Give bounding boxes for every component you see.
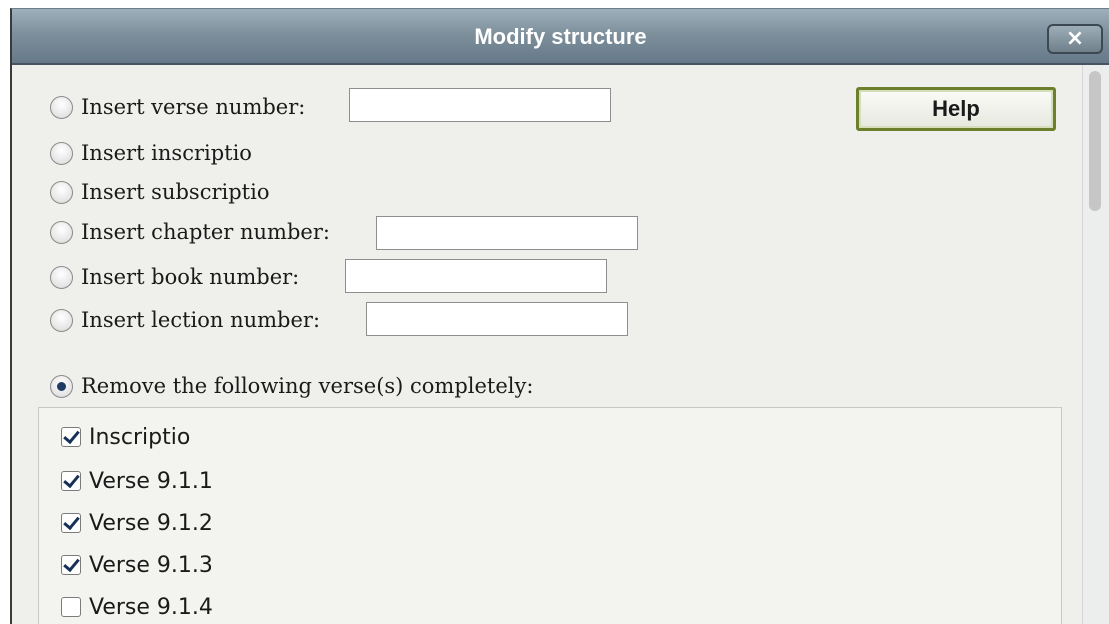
verse-item-9-1-2[interactable]: Verse 9.1.2 (61, 504, 213, 542)
option-remove-verses[interactable]: Remove the following verse(s) completely… (50, 369, 533, 403)
scrollbar-thumb[interactable] (1089, 71, 1101, 211)
verse-item-9-1-1[interactable]: Verse 9.1.1 (61, 462, 213, 500)
verse-list-panel: Inscriptio Verse 9.1.1 Verse 9.1.2 Verse… (38, 407, 1062, 624)
option-label: Insert book number: (81, 265, 300, 289)
option-insert-verse-number[interactable]: Insert verse number: (50, 90, 305, 124)
chapter-number-input[interactable] (376, 216, 638, 250)
verse-label: Verse 9.1.2 (89, 510, 213, 536)
option-insert-lection-number[interactable]: Insert lection number: (50, 303, 320, 337)
verse-item-inscriptio[interactable]: Inscriptio (61, 418, 190, 456)
option-label: Insert chapter number: (81, 220, 330, 244)
verse-item-9-1-4[interactable]: Verse 9.1.4 (61, 588, 213, 624)
verse-label: Verse 9.1.1 (89, 468, 213, 494)
option-insert-subscriptio[interactable]: Insert subscriptio (50, 175, 269, 209)
close-icon: × (1065, 26, 1085, 51)
radio-insert-book-number[interactable] (50, 265, 73, 289)
option-insert-book-number[interactable]: Insert book number: (50, 260, 299, 294)
checkbox-verse-9-1-3[interactable] (61, 555, 81, 575)
option-label: Insert lection number: (81, 308, 321, 332)
book-number-input[interactable] (345, 259, 607, 293)
dialog-titlebar[interactable]: Modify structure × (12, 9, 1109, 65)
radio-remove-verses[interactable] (50, 374, 73, 398)
verse-label: Verse 9.1.4 (89, 594, 213, 620)
modify-structure-dialog: Modify structure × Insert verse number: … (10, 8, 1109, 624)
checkbox-verse-9-1-1[interactable] (61, 471, 81, 491)
checkbox-inscriptio[interactable] (61, 427, 81, 447)
radio-insert-subscriptio[interactable] (50, 180, 73, 204)
option-label: Insert subscriptio (81, 180, 270, 204)
option-insert-inscriptio[interactable]: Insert inscriptio (50, 136, 252, 170)
option-insert-chapter-number[interactable]: Insert chapter number: (50, 215, 330, 249)
lection-number-input[interactable] (366, 302, 628, 336)
checkbox-verse-9-1-4[interactable] (61, 597, 81, 617)
verse-item-9-1-3[interactable]: Verse 9.1.3 (61, 546, 213, 584)
option-label: Insert verse number: (81, 95, 306, 119)
verse-label: Verse 9.1.3 (89, 552, 213, 578)
option-label: Remove the following verse(s) completely… (81, 374, 534, 398)
radio-insert-verse-number[interactable] (50, 95, 73, 119)
vertical-scrollbar[interactable] (1082, 65, 1109, 624)
close-button[interactable]: × (1047, 24, 1103, 54)
dialog-title: Modify structure (474, 24, 647, 49)
radio-insert-inscriptio[interactable] (50, 141, 73, 165)
option-label: Insert inscriptio (81, 141, 252, 165)
help-button[interactable]: Help (856, 87, 1056, 131)
checkbox-verse-9-1-2[interactable] (61, 513, 81, 533)
radio-insert-lection-number[interactable] (50, 308, 73, 332)
radio-insert-chapter-number[interactable] (50, 220, 73, 244)
verse-number-input[interactable] (349, 88, 611, 122)
verse-label: Inscriptio (89, 424, 191, 450)
